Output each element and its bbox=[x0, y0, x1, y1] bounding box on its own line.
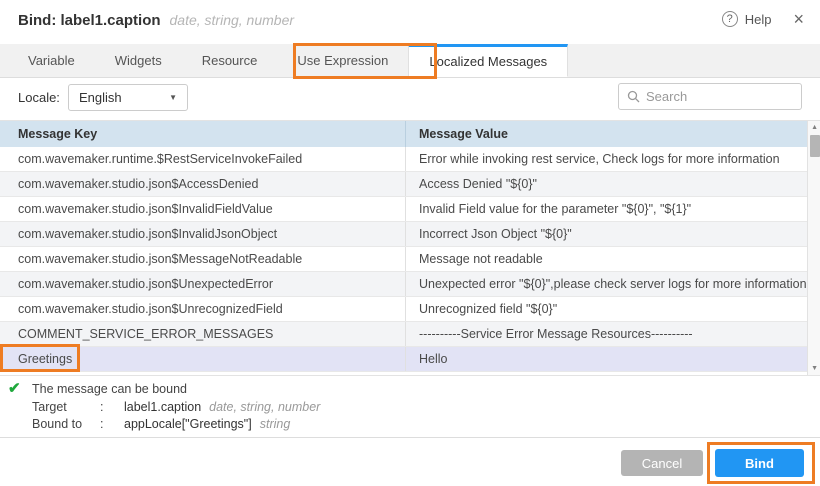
help-icon[interactable]: ? bbox=[722, 11, 738, 27]
message-value-cell[interactable]: Error while invoking rest service, Check… bbox=[405, 147, 807, 171]
locale-selected-value: English bbox=[79, 90, 122, 105]
message-key-cell[interactable]: com.wavemaker.studio.json$MessageNotRead… bbox=[0, 247, 405, 271]
message-key-cell[interactable]: com.wavemaker.studio.json$UnrecognizedFi… bbox=[0, 297, 405, 321]
target-label: Target bbox=[32, 399, 100, 417]
message-value-cell[interactable]: Invalid Field value for the parameter "$… bbox=[405, 197, 807, 221]
bound-to-label: Bound to bbox=[32, 416, 100, 434]
dialog-title-types: date, string, number bbox=[170, 12, 295, 28]
message-value-cell[interactable]: Incorrect Json Object "${0}" bbox=[405, 222, 807, 246]
scrollbar-down-icon[interactable]: ▼ bbox=[808, 365, 820, 372]
tab-variable[interactable]: Variable bbox=[8, 44, 95, 77]
tab-localized-messages[interactable]: Localized Messages bbox=[408, 44, 568, 77]
message-key-cell[interactable]: com.wavemaker.studio.json$UnexpectedErro… bbox=[0, 272, 405, 296]
bound-to-type: string bbox=[260, 416, 291, 434]
target-colon: : bbox=[100, 399, 124, 417]
message-value-cell[interactable]: Hello bbox=[405, 347, 807, 371]
success-check-icon: ✔ bbox=[8, 379, 21, 397]
status-message-line: The message can be bound bbox=[32, 381, 320, 399]
message-key-cell[interactable]: com.wavemaker.studio.json$InvalidFieldVa… bbox=[0, 197, 405, 221]
tab-bar: VariableWidgetsResourceUse ExpressionLoc… bbox=[0, 44, 820, 78]
message-key-cell[interactable]: com.wavemaker.studio.json$InvalidJsonObj… bbox=[0, 222, 405, 246]
search-input[interactable] bbox=[646, 89, 793, 104]
column-header-message-key[interactable]: Message Key bbox=[0, 121, 405, 147]
message-value-cell[interactable]: Unrecognized field "${0}" bbox=[405, 297, 807, 321]
tab-widgets[interactable]: Widgets bbox=[95, 44, 182, 77]
message-key-cell[interactable]: com.wavemaker.studio.json$AccessDenied bbox=[0, 172, 405, 196]
table-row[interactable]: com.wavemaker.runtime.$RestServiceInvoke… bbox=[0, 147, 807, 172]
chevron-down-icon: ▼ bbox=[169, 93, 177, 102]
status-message: The message can be bound bbox=[32, 381, 187, 399]
table-row[interactable]: com.wavemaker.studio.json$UnexpectedErro… bbox=[0, 272, 807, 297]
table-row[interactable]: com.wavemaker.studio.json$AccessDeniedAc… bbox=[0, 172, 807, 197]
status-target-line: Target : label1.caption date, string, nu… bbox=[32, 399, 320, 417]
status-bound-line: Bound to : appLocale["Greetings"] string bbox=[32, 416, 320, 434]
dialog-title: Bind: label1.caption date, string, number bbox=[18, 12, 294, 29]
message-table-body: com.wavemaker.runtime.$RestServiceInvoke… bbox=[0, 147, 807, 372]
scrollbar-up-icon[interactable]: ▲ bbox=[808, 124, 820, 131]
footer-divider bbox=[0, 437, 820, 438]
binding-status: The message can be bound Target : label1… bbox=[32, 381, 320, 434]
target-type: date, string, number bbox=[209, 399, 320, 417]
messages-table-main: Message Key Message Value com.wavemaker.… bbox=[0, 121, 807, 375]
scrollbar-thumb[interactable] bbox=[810, 135, 820, 157]
tab-resource[interactable]: Resource bbox=[182, 44, 278, 77]
dialog-title-text: Bind: label1.caption bbox=[18, 12, 161, 29]
message-value-cell[interactable]: Access Denied "${0}" bbox=[405, 172, 807, 196]
message-key-cell[interactable]: COMMENT_SERVICE_ERROR_MESSAGES bbox=[0, 322, 405, 346]
table-row[interactable]: com.wavemaker.studio.json$InvalidFieldVa… bbox=[0, 197, 807, 222]
table-header-row: Message Key Message Value bbox=[0, 121, 807, 147]
close-icon[interactable]: × bbox=[793, 11, 804, 27]
table-row[interactable]: com.wavemaker.studio.json$InvalidJsonObj… bbox=[0, 222, 807, 247]
table-scrollbar[interactable]: ▲ ▼ bbox=[807, 121, 820, 375]
locale-label: Locale: bbox=[18, 90, 60, 105]
message-key-cell[interactable]: com.wavemaker.runtime.$RestServiceInvoke… bbox=[0, 147, 405, 171]
help-link[interactable]: Help bbox=[745, 12, 772, 27]
bind-dialog: Bind: label1.caption date, string, number… bbox=[0, 0, 820, 486]
header-actions: ? Help × bbox=[722, 11, 804, 27]
tab-use-expression[interactable]: Use Expression bbox=[277, 44, 408, 77]
message-key-cell[interactable]: Greetings bbox=[0, 347, 405, 371]
search-icon bbox=[627, 90, 640, 103]
column-header-message-value[interactable]: Message Value bbox=[405, 121, 807, 147]
bind-button[interactable]: Bind bbox=[715, 449, 804, 477]
cancel-button[interactable]: Cancel bbox=[621, 450, 703, 476]
bound-to-colon: : bbox=[100, 416, 124, 434]
target-value: label1.caption bbox=[124, 399, 201, 417]
message-value-cell[interactable]: ----------Service Error Message Resource… bbox=[405, 322, 807, 346]
bound-to-value: appLocale["Greetings"] bbox=[124, 416, 252, 434]
messages-table: Message Key Message Value com.wavemaker.… bbox=[0, 120, 820, 376]
table-row[interactable]: GreetingsHello bbox=[0, 347, 807, 372]
table-row[interactable]: com.wavemaker.studio.json$MessageNotRead… bbox=[0, 247, 807, 272]
message-value-cell[interactable]: Unexpected error "${0}",please check ser… bbox=[405, 272, 807, 296]
search-box bbox=[618, 83, 802, 110]
table-row[interactable]: com.wavemaker.studio.json$UnrecognizedFi… bbox=[0, 297, 807, 322]
message-value-cell[interactable]: Message not readable bbox=[405, 247, 807, 271]
table-row[interactable]: COMMENT_SERVICE_ERROR_MESSAGES----------… bbox=[0, 322, 807, 347]
locale-select[interactable]: English ▼ bbox=[68, 84, 188, 111]
